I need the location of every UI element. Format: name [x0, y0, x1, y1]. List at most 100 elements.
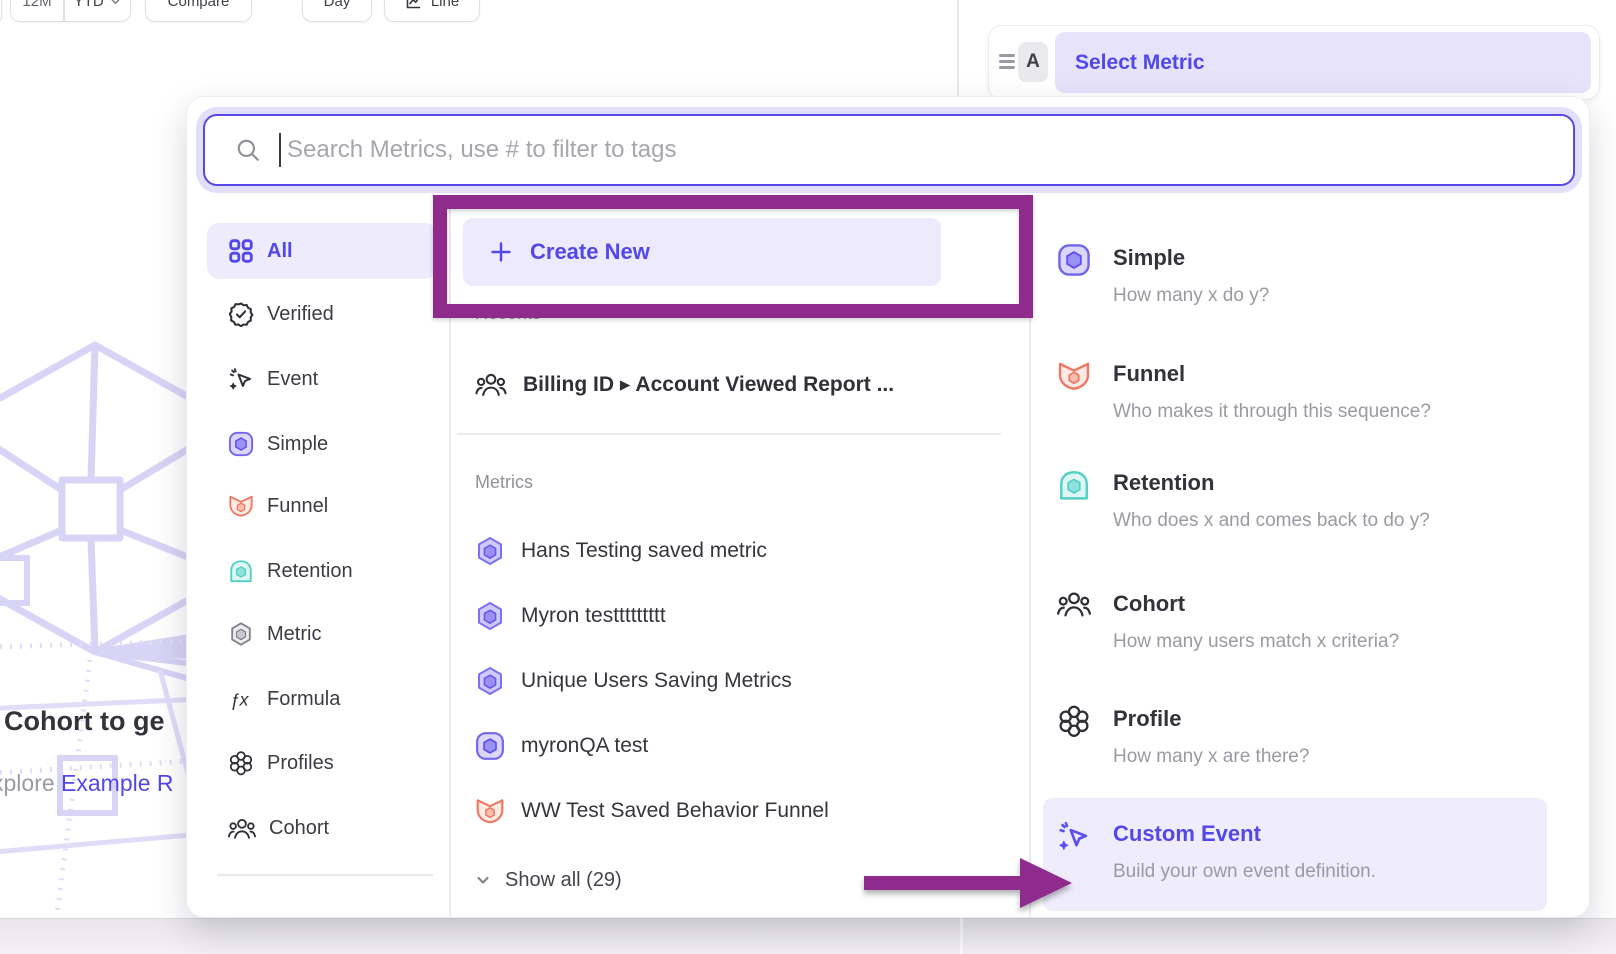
funnel-icon	[228, 493, 254, 519]
metric-hexagon-icon	[475, 601, 505, 631]
select-metric-button[interactable]: Select Metric	[1055, 32, 1591, 93]
type-title: Profile	[1113, 704, 1309, 734]
sidebar-item-label: Metric	[267, 623, 321, 646]
metric-search-input[interactable]	[285, 135, 1573, 165]
metric-item-label: myronQA test	[521, 734, 648, 758]
bottom-strip-divider	[960, 918, 963, 954]
metric-list-item[interactable]: Unique Users Saving Metrics	[475, 659, 792, 703]
simple-metric-icon	[228, 431, 254, 457]
show-all-toggle[interactable]: Show all (29)	[475, 859, 622, 901]
simple-metric-icon	[1057, 243, 1091, 277]
example-link-fragment: R	[157, 770, 174, 796]
sidebar-item-label: Profiles	[267, 752, 334, 775]
middle-section-divider	[457, 433, 1001, 435]
sidebar-item-label: Simple	[267, 433, 328, 456]
sidebar-item-label: Retention	[267, 560, 353, 583]
type-option-cohort[interactable]: Cohort How many users match x criteria?	[1057, 589, 1399, 653]
grid-all-icon	[228, 238, 254, 264]
retention-icon	[228, 558, 254, 584]
sidebar-item-funnel[interactable]: Funnel	[207, 478, 437, 534]
drag-handle-icon[interactable]	[999, 54, 1015, 69]
recent-item-billing[interactable]: Billing ID ▸ Account Viewed Report ...	[475, 362, 894, 406]
day-label: Day	[324, 0, 351, 10]
simple-metric-icon	[475, 731, 505, 761]
metric-item-label: Unique Users Saving Metrics	[521, 669, 792, 693]
sidebar-item-retention[interactable]: Retention	[207, 543, 437, 599]
type-description: Build your own event definition.	[1113, 861, 1376, 883]
sidebar-item-simple[interactable]: Simple	[207, 416, 437, 472]
type-option-profile[interactable]: Profile How many x are there?	[1057, 704, 1309, 768]
type-title: Simple	[1113, 243, 1269, 273]
sidebar-item-tags[interactable]: Tags	[207, 897, 437, 918]
chevron-down-icon	[110, 0, 121, 7]
line-chart-icon	[405, 0, 422, 10]
range-12m-label: 12M	[22, 0, 51, 10]
annotation-highlight-box	[433, 195, 1033, 318]
metric-row-badge: A	[1018, 42, 1048, 82]
sidebar-item-label: Funnel	[267, 495, 328, 518]
text-cursor	[279, 133, 281, 167]
type-title: Funnel	[1113, 359, 1431, 389]
line-chart-type-button[interactable]: Line	[384, 0, 480, 22]
example-link[interactable]: Example	[61, 770, 150, 796]
day-button[interactable]: Day	[302, 0, 372, 22]
metric-item-label: Myron testtttttttt	[521, 604, 666, 628]
sidebar-item-label: Event	[267, 368, 318, 391]
type-title: Retention	[1113, 468, 1430, 498]
retention-icon	[1057, 468, 1091, 502]
sidebar-item-metric[interactable]: Metric	[207, 606, 437, 662]
metric-selector-screen: 12M YTD Compare Day Line	[0, 0, 1616, 954]
select-metric-label: Select Metric	[1075, 51, 1205, 75]
metric-search-bar[interactable]	[203, 114, 1575, 186]
heading-text: Cohort to ge	[4, 706, 164, 736]
range-12m-button[interactable]: 12M	[11, 0, 63, 21]
type-title: Custom Event	[1113, 819, 1376, 849]
sidebar-item-profiles[interactable]: Profiles	[207, 735, 437, 791]
type-option-custom-event[interactable]: Custom Event Build your own event defini…	[1057, 819, 1376, 883]
verified-badge-icon	[228, 301, 254, 327]
sidebar-item-label: Cohort	[269, 817, 329, 840]
sidebar-item-formula[interactable]: ƒx Formula	[207, 671, 437, 727]
type-description: How many x are there?	[1113, 746, 1309, 768]
type-option-retention[interactable]: Retention Who does x and comes back to d…	[1057, 468, 1430, 532]
sidebar-item-label: All	[267, 240, 293, 263]
sidebar-item-cohort[interactable]: Cohort	[207, 800, 437, 856]
recent-item-label: Billing ID ▸ Account Viewed Report ...	[523, 372, 894, 397]
compare-button[interactable]: Compare	[145, 0, 252, 22]
search-icon	[235, 137, 261, 163]
cohort-people-icon	[475, 371, 507, 398]
metric-list-item[interactable]: Hans Testing saved metric	[475, 529, 767, 573]
formula-icon: ƒx	[228, 686, 254, 712]
range-ytd-label: YTD	[74, 0, 104, 10]
type-description: How many users match x criteria?	[1113, 631, 1399, 653]
metric-list-item[interactable]: WW Test Saved Behavior Funnel	[475, 789, 829, 833]
type-option-simple[interactable]: Simple How many x do y?	[1057, 243, 1269, 307]
sidebar-item-all[interactable]: All	[207, 223, 437, 279]
metric-list-item[interactable]: Myron testtttttttt	[475, 594, 666, 638]
sidebar-item-event[interactable]: Event	[207, 351, 437, 407]
type-description: Who does x and comes back to do y?	[1113, 510, 1430, 532]
metric-hexagon-icon	[475, 536, 505, 566]
range-ytd-button[interactable]: YTD	[65, 0, 131, 21]
metric-list-item[interactable]: myronQA test	[475, 724, 648, 768]
sidebar-section-divider	[217, 874, 433, 876]
show-all-label: Show all (29)	[505, 869, 622, 892]
svg-text:ƒx: ƒx	[230, 690, 250, 710]
background-heading: r Cohort to ge	[0, 706, 165, 737]
type-description: How many x do y?	[1113, 285, 1269, 307]
profiles-cluster-icon	[1057, 704, 1091, 738]
date-range-control: 12M YTD	[10, 0, 131, 22]
metric-item-label: Hans Testing saved metric	[521, 539, 767, 563]
type-title: Cohort	[1113, 589, 1399, 619]
bottom-strip	[0, 918, 1616, 954]
chevron-down-icon	[475, 872, 491, 888]
sidebar-item-verified[interactable]: Verified	[207, 286, 437, 342]
cohort-people-icon	[228, 816, 256, 841]
metric-hexagon-icon	[475, 666, 505, 696]
sidebar-item-label: Formula	[267, 688, 340, 711]
event-cursor-icon	[228, 366, 254, 392]
metric-item-label: WW Test Saved Behavior Funnel	[521, 799, 829, 823]
type-option-funnel[interactable]: Funnel Who makes it through this sequenc…	[1057, 359, 1431, 423]
line-label: Line	[431, 0, 459, 10]
metric-hexagon-gray-icon	[228, 621, 254, 647]
